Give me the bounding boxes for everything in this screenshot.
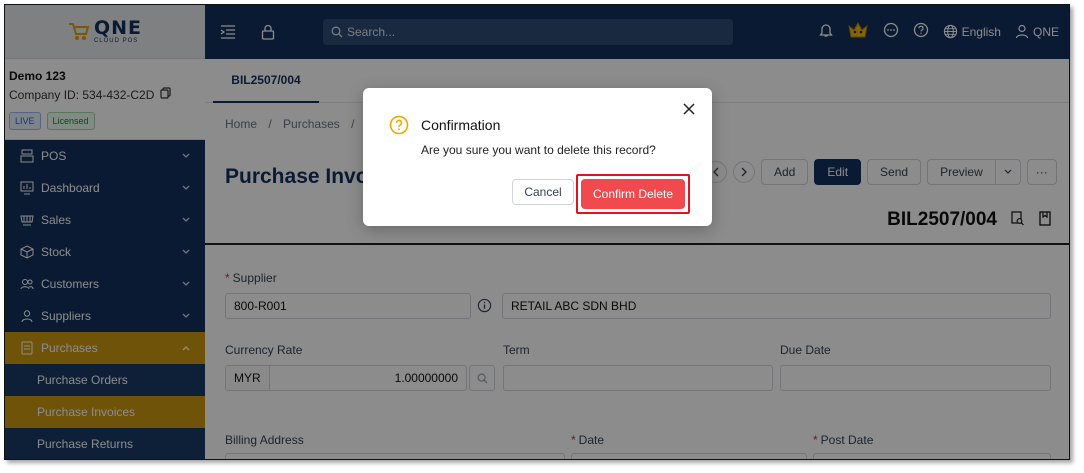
dialog-title: Confirmation [421,117,501,133]
cancel-button[interactable]: Cancel [512,179,574,205]
confirm-delete-button[interactable]: Confirm Delete [581,179,685,209]
dialog-message: Are you sure you want to delete this rec… [421,143,656,157]
close-icon[interactable] [682,102,696,116]
confirm-delete-highlight: Confirm Delete [576,174,690,214]
app-window: QNE CLOUD POS Demo 123 Company ID: 534-4… [4,4,1070,460]
confirmation-dialog: Confirmation Are you sure you want to de… [363,88,712,226]
question-icon [389,115,409,135]
modal-backdrop[interactable] [5,5,1069,459]
